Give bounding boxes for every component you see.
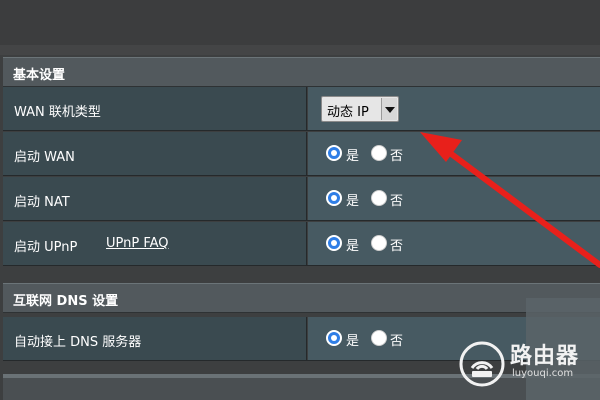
watermark: 路由器 luyouqi.com — [456, 336, 600, 396]
watermark-url: luyouqi.com — [512, 368, 574, 379]
router-logo-icon — [459, 341, 505, 387]
watermark-name: 路由器 — [510, 344, 580, 369]
